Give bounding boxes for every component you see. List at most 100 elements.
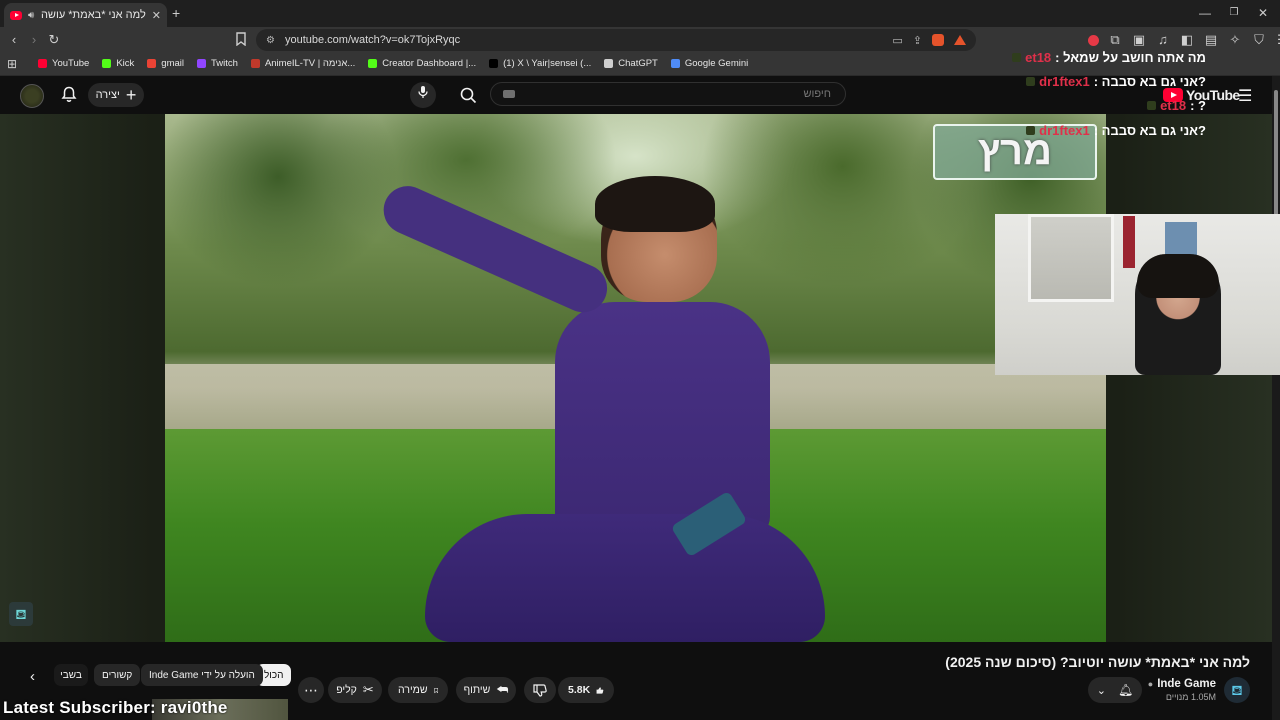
brave-rewards-icon[interactable] <box>954 35 966 45</box>
person-torso <box>555 302 770 537</box>
menu-icon[interactable]: ☰ <box>1275 32 1280 48</box>
voice-search-button[interactable] <box>410 82 436 108</box>
brave-shield-icon[interactable] <box>932 34 944 46</box>
chat-username: dr1ftex1 <box>1039 74 1090 89</box>
leo-ai-icon[interactable]: ✧ <box>1227 32 1243 48</box>
extensions-area: ⧉ ▣ ♫ ◧ ▤ ✧ ⛉ ☰ <box>1088 32 1280 48</box>
avatar[interactable] <box>20 84 44 108</box>
bookmark-item[interactable]: gmail <box>147 58 184 69</box>
bookmark-page-icon[interactable] <box>233 32 249 48</box>
thumbs-down-icon <box>533 683 547 697</box>
bookmark-item[interactable]: Twitch <box>197 58 238 69</box>
bell-icon: 🔔︎ <box>1117 683 1134 697</box>
chip-uploaded-by[interactable]: הועלה על ידי Inde Game <box>141 664 263 686</box>
twitch-icon <box>197 59 206 68</box>
gmail-icon <box>147 59 157 68</box>
bookmark-item[interactable]: AnimeIL-TV | אנימה... <box>250 58 355 69</box>
clip-label: קליפ <box>336 684 357 696</box>
reload-icon[interactable]: ↻ <box>46 32 62 48</box>
chat-username: et18 <box>1025 50 1052 65</box>
share-page-icon[interactable]: ⇪ <box>913 34 922 47</box>
url-text: youtube.com/watch?v=ok7TojxRyqc <box>284 34 461 46</box>
channel-avatar[interactable]: ⛾ <box>1224 677 1250 703</box>
youtube-favicon-icon <box>10 10 22 20</box>
create-label: יצירה <box>95 89 120 101</box>
latest-subscriber-overlay: Latest Subscriber: ravi0the <box>3 698 228 717</box>
chip-partial[interactable]: בשבי <box>54 664 88 686</box>
notifications-bell-icon[interactable] <box>61 86 77 106</box>
browser-tab[interactable]: 🔊︎ למה אני *באמת* עושה יוטיוב? ✕ <box>4 3 167 27</box>
bookmark-icon <box>433 687 438 693</box>
chip-related[interactable]: קשורים <box>94 664 141 686</box>
subscriber-count: 1.05M מנויים <box>1165 692 1216 702</box>
subscribe-bell-button[interactable]: ⌄ 🔔︎ <box>1088 677 1142 703</box>
guide-menu-icon[interactable]: ☰ <box>1238 86 1252 106</box>
extension-record-icon[interactable] <box>1088 34 1099 46</box>
chevron-down-icon: ⌄ <box>1096 684 1106 697</box>
speaker-icon[interactable]: 🔊︎ <box>28 10 34 21</box>
clip-button[interactable]: קליפ ✂ <box>328 677 382 703</box>
wallet-icon[interactable]: ▤ <box>1203 32 1219 48</box>
cast-icon[interactable]: ▭ <box>892 34 902 47</box>
forward-icon[interactable]: › <box>26 32 42 48</box>
address-bar[interactable]: ⚙︎ youtube.com/watch?v=ok7TojxRyqc ▭ ⇪ <box>256 29 976 51</box>
search-icon[interactable] <box>460 87 477 107</box>
chat-message-text: ?אני גם בא סבבה : <box>1093 123 1206 138</box>
share-arrow-icon: ⮪ <box>496 682 509 697</box>
window <box>1028 214 1114 302</box>
bookmark-label: gmail <box>161 58 184 69</box>
bookmark-label: Kick <box>116 58 135 69</box>
share-button[interactable]: שיתוף ⮪ <box>456 677 516 703</box>
close-tab-icon[interactable]: ✕ <box>152 9 161 22</box>
minimize-icon[interactable]: — <box>1190 4 1220 22</box>
sidebar-icon[interactable]: ◧ <box>1179 32 1195 48</box>
search-box[interactable] <box>490 82 846 106</box>
page-scrollbar[interactable] <box>1272 76 1280 720</box>
search-input[interactable] <box>515 87 833 101</box>
youtube-icon <box>38 59 47 68</box>
bookmark-item[interactable]: Kick <box>102 58 134 69</box>
animeil-icon <box>250 59 260 68</box>
more-actions-icon[interactable]: ⋯ <box>298 677 324 703</box>
video-frame[interactable]: מרץ <box>165 114 1106 642</box>
plus-icon: + <box>125 85 137 105</box>
bookmark-item[interactable]: ChatGPT <box>604 58 658 69</box>
chat-username: dr1ftex1 <box>1039 123 1090 138</box>
extension-box-icon[interactable]: ▣ <box>1131 32 1147 48</box>
dislike-button[interactable] <box>524 677 556 703</box>
site-settings-icon[interactable]: ⚙︎ <box>266 35 275 46</box>
save-button[interactable]: שמירה <box>388 677 448 703</box>
keyboard-icon[interactable] <box>503 90 515 98</box>
gemini-icon <box>670 59 680 68</box>
bookmark-item[interactable]: Creator Dashboard |... <box>368 58 476 69</box>
chat-message: ?אני גם בא סבבה : dr1ftex1 <box>1026 123 1206 138</box>
chat-badge-icon <box>1147 101 1157 110</box>
chips-scroll-left-icon[interactable]: ‹ <box>30 668 35 685</box>
chat-message: ? : et18 <box>1147 98 1206 113</box>
close-window-icon[interactable]: ✕ <box>1248 4 1278 22</box>
video-player[interactable]: מרץ ⛾ <box>0 114 1272 642</box>
bookmark-label: Google Gemini <box>684 58 749 69</box>
vpn-shield-icon[interactable]: ⛉ <box>1251 32 1267 48</box>
channel-name-row[interactable]: Inde Game ● <box>1148 678 1216 690</box>
bookmark-label: (1) X \ Yair|sensei (... <box>503 58 592 69</box>
media-controls-icon[interactable]: ♫ <box>1155 32 1171 48</box>
video-title: למה אני *באמת* עושה יוטיוב? (סיכום שנה 2… <box>945 654 1250 670</box>
bookmark-item[interactable]: YouTube <box>38 58 89 69</box>
extension-puzzle-icon[interactable]: ⧉ <box>1107 32 1123 48</box>
bookmark-item[interactable]: (1) X \ Yair|sensei (... <box>489 58 591 69</box>
poster-blue <box>1165 222 1197 258</box>
new-tab-icon[interactable]: + <box>172 5 180 21</box>
microphone-icon <box>418 86 428 98</box>
restore-icon[interactable]: ❐ <box>1219 4 1249 22</box>
bookmark-item[interactable]: Google Gemini <box>670 58 749 69</box>
apps-grid-icon[interactable]: ⊞ <box>7 57 17 71</box>
chatgpt-icon <box>604 59 614 68</box>
like-button[interactable]: 5.8K <box>558 677 614 703</box>
create-button[interactable]: יצירה + <box>88 83 144 107</box>
person-hair <box>595 176 715 232</box>
channel-name[interactable]: Inde Game <box>1157 678 1216 690</box>
chat-message-text: מה אתה חושב על שמאל : <box>1055 50 1206 65</box>
back-icon[interactable]: ‹ <box>6 32 22 48</box>
chat-message-text: ? : <box>1190 98 1206 113</box>
